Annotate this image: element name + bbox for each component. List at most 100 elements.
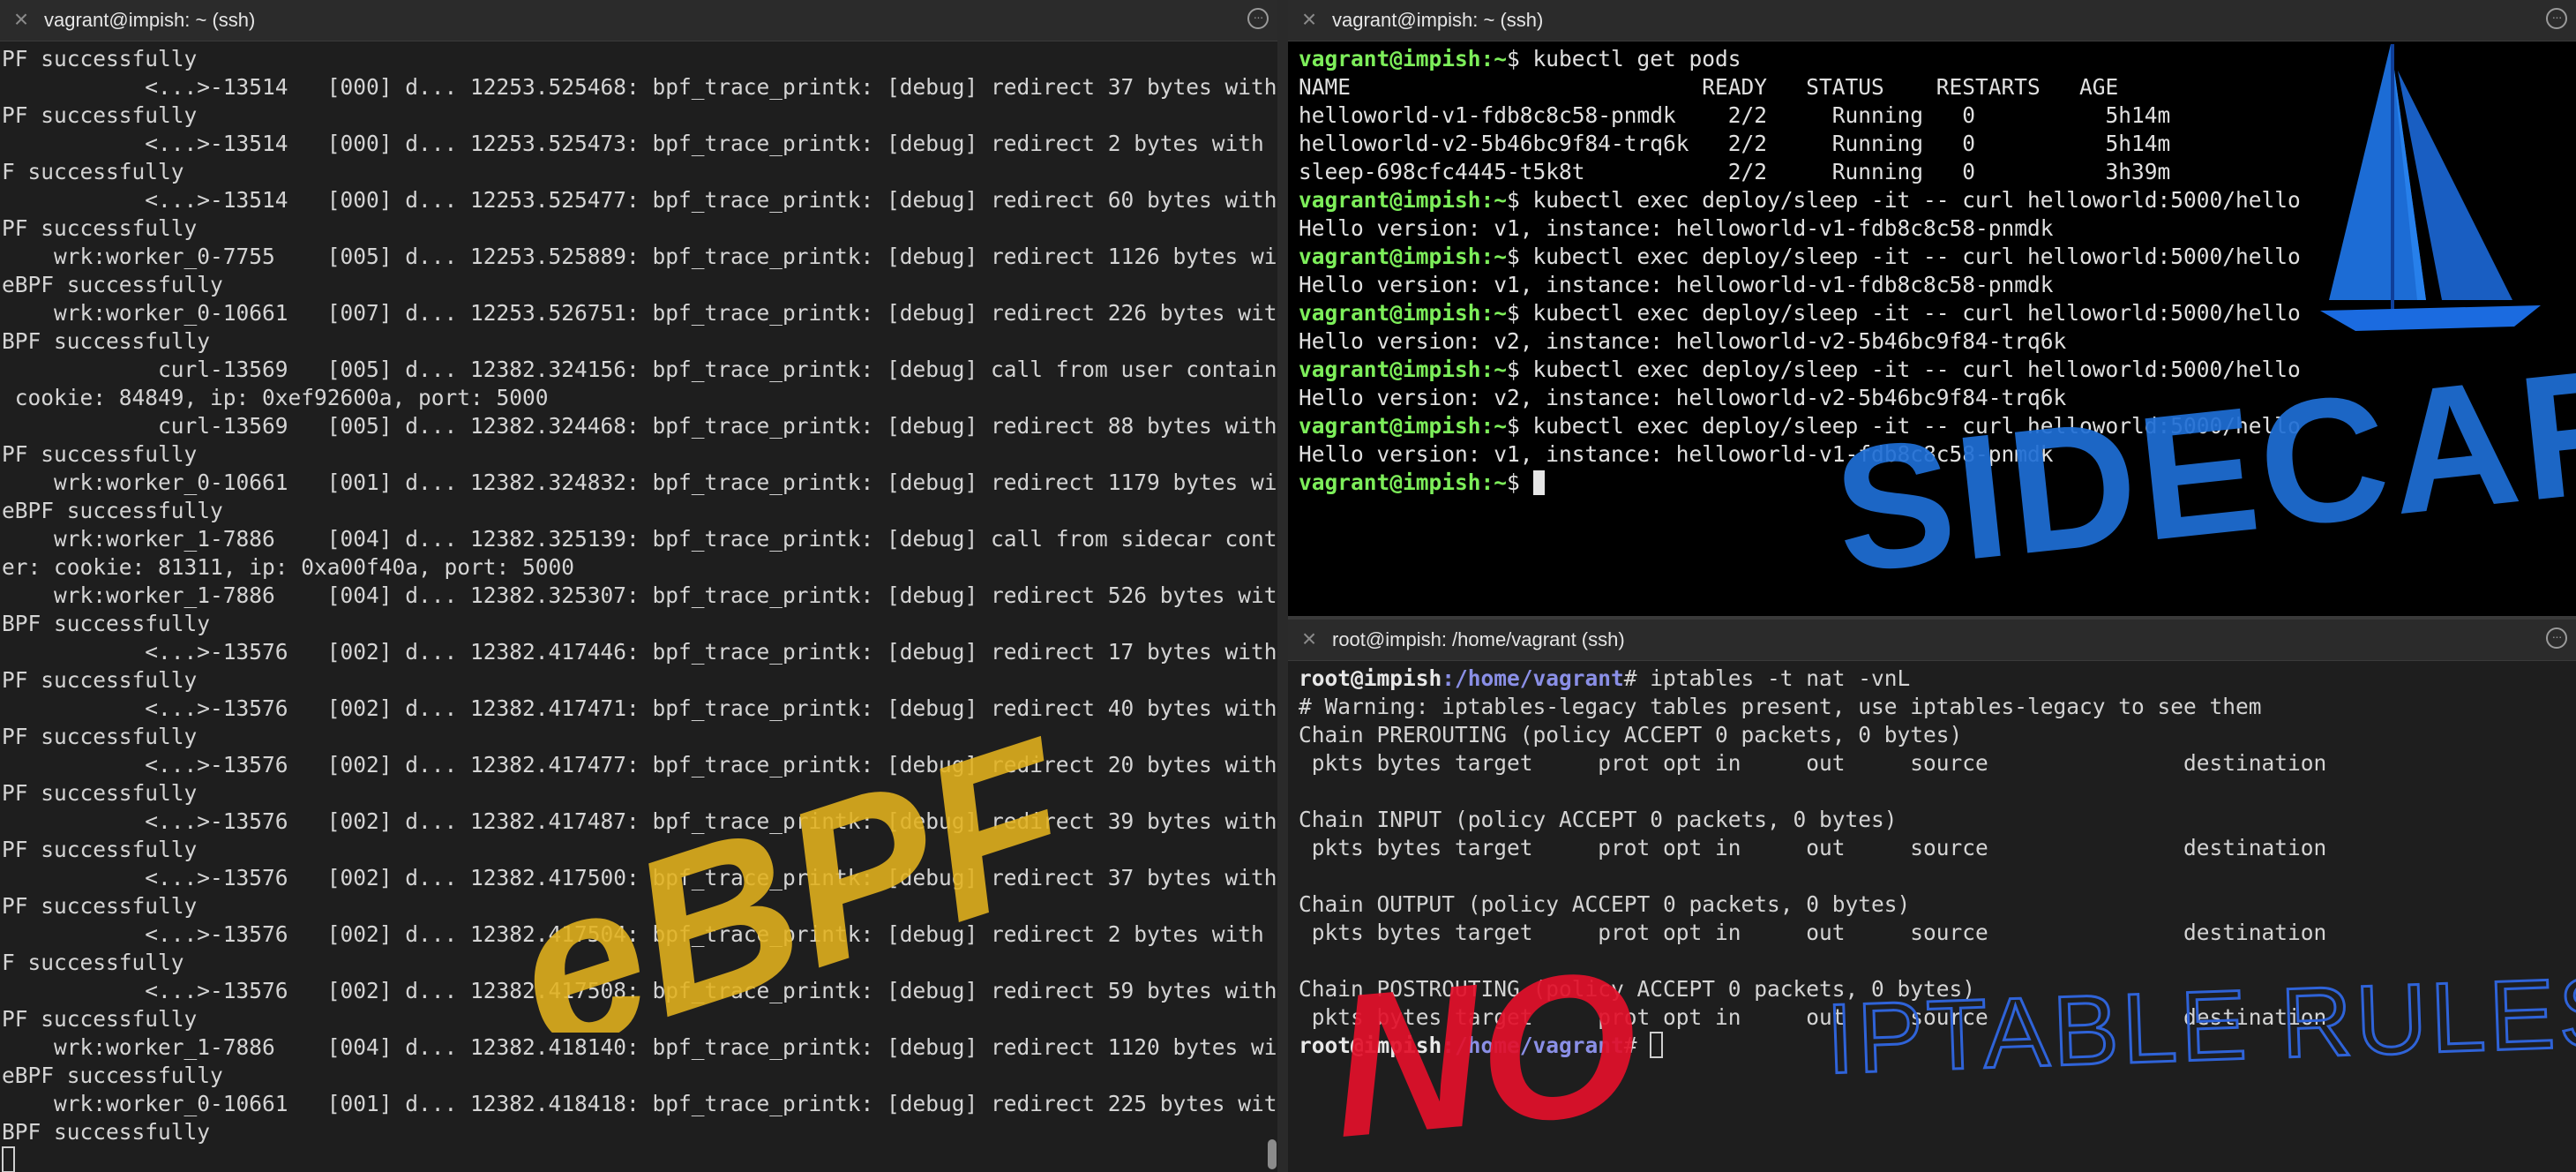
prompt-user: root@impish xyxy=(1299,665,1442,691)
more-icon[interactable]: ··· xyxy=(2546,8,2567,29)
output-line: Chain INPUT (policy ACCEPT 0 packets, 0 … xyxy=(1299,806,2576,834)
prompt-line: vagrant@impish:~$ kubectl exec deploy/sl… xyxy=(1299,299,2576,327)
log-line: eBPF successfully xyxy=(2,1063,223,1088)
command-text: iptables -t nat -vnL xyxy=(1650,665,1911,691)
output-text: Hello version: v2, instance: helloworld-… xyxy=(1299,328,2067,354)
prompt-symbol: $ xyxy=(1507,187,1533,213)
output-text: Hello version: v1, instance: helloworld-… xyxy=(1299,272,2054,297)
close-icon[interactable]: × xyxy=(1297,7,1322,32)
top-right-terminal-pane[interactable]: × vagrant@impish: ~ (ssh) ··· vagrant@im… xyxy=(1288,0,2576,616)
scrollbar-thumb[interactable] xyxy=(1268,1139,1277,1169)
output-text: pkts bytes target prot opt in out source… xyxy=(1299,920,2327,945)
left-pane-title: vagrant@impish: ~ (ssh) xyxy=(44,9,256,31)
output-text: Chain POSTROUTING (policy ACCEPT 0 packe… xyxy=(1299,976,1976,1002)
command-text: kubectl exec deploy/sleep -it -- curl he… xyxy=(1532,357,2301,382)
output-line: pkts bytes target prot opt in out source… xyxy=(1299,749,2576,778)
prompt-symbol: $ xyxy=(1507,300,1533,326)
prompt-line: vagrant@impish:~$ kubectl exec deploy/sl… xyxy=(1299,186,2576,214)
log-line: cookie: 84849, ip: 0xef92600a, port: 500… xyxy=(2,385,549,410)
output-line: # Warning: iptables-legacy tables presen… xyxy=(1299,693,2576,721)
prompt-path: :~ xyxy=(1480,470,1508,495)
left-terminal-output[interactable]: PF successfully <...>-13514 [000] d... 1… xyxy=(0,41,1277,1172)
log-line: wrk:worker_1-7886 [004] d... 12382.41814… xyxy=(2,1034,1277,1060)
log-line: BPF successfully xyxy=(2,1119,211,1145)
log-line: PF successfully xyxy=(2,215,198,241)
prompt-user: root@impish xyxy=(1299,1033,1442,1058)
prompt-symbol: $ xyxy=(1507,46,1533,71)
top-right-terminal-output[interactable]: vagrant@impish:~$ kubectl get pods NAME R… xyxy=(1288,41,2576,616)
prompt-line: vagrant@impish:~$ kubectl exec deploy/sl… xyxy=(1299,356,2576,384)
left-terminal-pane[interactable]: × vagrant@impish: ~ (ssh) ··· PF success… xyxy=(0,0,1277,1172)
top-right-pane-titlebar: × vagrant@impish: ~ (ssh) ··· xyxy=(1288,0,2576,41)
output-text: Chain OUTPUT (policy ACCEPT 0 packets, 0… xyxy=(1299,891,1911,917)
command-text: kubectl get pods xyxy=(1532,46,1741,71)
prompt-line: vagrant@impish:~$ xyxy=(1299,469,2576,497)
log-line: wrk:worker_0-10661 [001] d... 12382.4184… xyxy=(2,1091,1277,1116)
prompt-user: vagrant@impish xyxy=(1299,470,1481,495)
log-line: <...>-13576 [002] d... 12382.417446: bpf… xyxy=(2,639,1277,665)
output-text: Hello version: v1, instance: helloworld-… xyxy=(1299,215,2054,241)
log-line: curl-13569 [005] d... 12382.324156: bpf_… xyxy=(2,357,1277,382)
close-icon[interactable]: × xyxy=(9,7,34,32)
prompt-line: root@impish:/home/vagrant# xyxy=(1299,1032,2576,1060)
log-line: er: cookie: 81311, ip: 0xa00f40a, port: … xyxy=(2,554,575,580)
log-line: wrk:worker_1-7886 [004] d... 12382.32530… xyxy=(2,582,1277,608)
log-line: <...>-13514 [000] d... 12253.525468: bpf… xyxy=(2,74,1277,100)
prompt-path: :/home/vagrant xyxy=(1442,1033,1624,1058)
prompt-symbol: # xyxy=(1623,1033,1651,1058)
output-text: Chain PREROUTING (policy ACCEPT 0 packet… xyxy=(1299,722,1963,748)
log-line: F successfully xyxy=(2,159,184,184)
output-line: Chain PREROUTING (policy ACCEPT 0 packet… xyxy=(1299,721,2576,749)
log-line: PF successfully xyxy=(2,441,198,467)
prompt-line: vagrant@impish:~$ kubectl exec deploy/sl… xyxy=(1299,412,2576,440)
log-line: <...>-13576 [002] d... 12382.417477: bpf… xyxy=(2,752,1277,778)
output-line: pkts bytes target prot opt in out source… xyxy=(1299,1003,2576,1032)
log-line: <...>-13514 [000] d... 12253.525477: bpf… xyxy=(2,187,1277,213)
output-line: pkts bytes target prot opt in out source… xyxy=(1299,919,2576,947)
close-icon[interactable]: × xyxy=(1297,627,1322,651)
top-right-pane-title: vagrant@impish: ~ (ssh) xyxy=(1332,9,1544,31)
prompt-symbol: # xyxy=(1623,665,1651,691)
log-line: <...>-13576 [002] d... 12382.417508: bpf… xyxy=(2,978,1277,1003)
log-line: wrk:worker_1-7886 [004] d... 12382.32513… xyxy=(2,526,1277,552)
log-line: PF successfully xyxy=(2,667,198,693)
output-text: pkts bytes target prot opt in out source… xyxy=(1299,750,2327,776)
log-line: eBPF successfully xyxy=(2,272,223,297)
log-line: BPF successfully xyxy=(2,611,211,636)
log-line: wrk:worker_0-7755 [005] d... 12253.52588… xyxy=(2,244,1277,269)
output-line: Hello version: v1, instance: helloworld-… xyxy=(1299,440,2576,469)
more-icon[interactable]: ··· xyxy=(1247,8,1269,29)
prompt-line: vagrant@impish:~$ kubectl exec deploy/sl… xyxy=(1299,243,2576,271)
output-line: pkts bytes target prot opt in out source… xyxy=(1299,834,2576,862)
log-line: PF successfully xyxy=(2,724,198,749)
output-text: helloworld-v1-fdb8c8c58-pnmdk 2/2 Runnin… xyxy=(1299,102,2171,128)
log-line: <...>-13576 [002] d... 12382.417500: bpf… xyxy=(2,865,1277,890)
prompt-line: root@impish:/home/vagrant# iptables -t n… xyxy=(1299,665,2576,693)
output-line: Hello version: v1, instance: helloworld-… xyxy=(1299,214,2576,243)
prompt-user: vagrant@impish xyxy=(1299,187,1481,213)
log-line: PF successfully xyxy=(2,102,198,128)
log-line: PF successfully xyxy=(2,46,198,71)
vertical-divider[interactable] xyxy=(1277,0,1288,1172)
command-text: kubectl exec deploy/sleep -it -- curl he… xyxy=(1532,413,2301,439)
command-text: kubectl exec deploy/sleep -it -- curl he… xyxy=(1532,300,2301,326)
log-line: <...>-13576 [002] d... 12382.417471: bpf… xyxy=(2,695,1277,721)
prompt-line: vagrant@impish:~$ kubectl get pods xyxy=(1299,45,2576,73)
bottom-right-terminal-pane[interactable]: × root@impish: /home/vagrant (ssh) ··· r… xyxy=(1288,620,2576,1172)
prompt-path: :~ xyxy=(1480,357,1508,382)
prompt-path: :/home/vagrant xyxy=(1442,665,1624,691)
command-text: kubectl exec deploy/sleep -it -- curl he… xyxy=(1532,244,2301,269)
output-line: NAME READY STATUS RESTARTS AGE xyxy=(1299,73,2576,101)
prompt-path: :~ xyxy=(1480,300,1508,326)
more-icon[interactable]: ··· xyxy=(2546,627,2567,649)
bottom-right-terminal-output[interactable]: root@impish:/home/vagrant# iptables -t n… xyxy=(1288,661,2576,1172)
output-line: Hello version: v1, instance: helloworld-… xyxy=(1299,271,2576,299)
prompt-user: vagrant@impish xyxy=(1299,244,1481,269)
output-text: helloworld-v2-5b46bc9f84-trq6k 2/2 Runni… xyxy=(1299,131,2171,156)
terminal-cursor xyxy=(1650,1032,1664,1058)
output-text: Chain INPUT (policy ACCEPT 0 packets, 0 … xyxy=(1299,807,1898,832)
prompt-user: vagrant@impish xyxy=(1299,46,1481,71)
